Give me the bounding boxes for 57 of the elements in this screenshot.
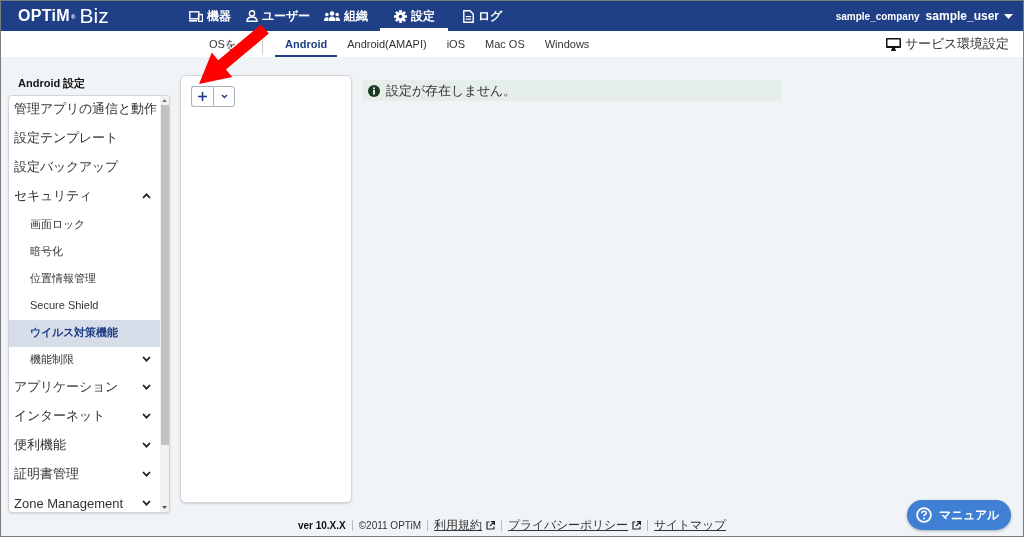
info-icon	[368, 84, 380, 97]
os-tab[interactable]: Android	[275, 31, 338, 57]
sidebar-item[interactable]: 便利機能	[9, 432, 160, 461]
nav-tab[interactable]: ログ	[448, 1, 516, 31]
monitor-icon	[886, 37, 901, 51]
user-icon	[246, 10, 258, 22]
external-link-icon	[486, 521, 496, 530]
sidebar-item[interactable]: インターネット	[9, 403, 160, 432]
caret-down-icon	[1004, 13, 1013, 19]
notice-text: 設定が存在しません。	[386, 81, 516, 100]
settings-icon	[393, 9, 407, 23]
sidebar-item[interactable]: 画面ロック	[9, 212, 160, 239]
plus-icon	[198, 92, 207, 101]
scrollbar[interactable]	[160, 96, 169, 512]
sidebar-item[interactable]: 設定バックアップ	[9, 154, 160, 183]
version-label: ver 10.X.X	[297, 520, 346, 531]
sidebar-item[interactable]: 位置情報管理	[9, 266, 160, 293]
scrollbar-thumb[interactable]	[160, 105, 169, 445]
sidebar-item[interactable]: アプリケーション	[9, 374, 160, 403]
nav-tab[interactable]: 設定	[380, 1, 448, 31]
nav-tab[interactable]: 組織	[312, 1, 380, 31]
document-icon	[462, 9, 474, 23]
external-link-icon	[632, 521, 642, 530]
scroll-up-icon[interactable]	[162, 99, 167, 102]
annotation-arrow	[198, 24, 269, 85]
sidebar-item[interactable]: 管理アプリの通信と動作	[9, 96, 160, 125]
sidebar-item[interactable]: Secure Shield	[9, 293, 160, 320]
user-menu[interactable]: sample_user	[925, 9, 1013, 23]
sidebar-item[interactable]: 暗号化	[9, 239, 160, 266]
sidebar-item[interactable]: ウイルス対策機能	[9, 320, 160, 347]
devices-icon	[189, 10, 203, 22]
os-tab[interactable]: Mac OS	[475, 31, 535, 57]
logo-product: Biz	[79, 5, 109, 27]
add-button[interactable]	[191, 86, 213, 107]
scroll-down-icon[interactable]	[162, 506, 167, 509]
chevron-down-icon	[220, 94, 228, 99]
sidebar-item[interactable]: 証明書管理	[9, 461, 160, 490]
company-name: sample_company	[835, 10, 920, 22]
sidebar-title: Android 設定	[17, 76, 87, 90]
footer-link[interactable]: プライバシーポリシー	[508, 517, 642, 534]
os-tab[interactable]: iOS	[436, 31, 475, 57]
os-tab[interactable]: Windows	[534, 31, 600, 57]
nav-tab[interactable]: 機器	[176, 1, 244, 31]
manual-button[interactable]: マニュアル	[907, 500, 1011, 530]
sidebar-item[interactable]: 機能制限	[9, 347, 160, 374]
copyright-label: ©2011 OPTiM	[358, 520, 422, 531]
os-select-label[interactable]: OSを	[209, 36, 236, 52]
nav-tab[interactable]: ユーザー	[244, 1, 312, 31]
footer-link[interactable]: 利用規約	[434, 517, 496, 534]
sidebar-item[interactable]: セキュリティ	[9, 183, 160, 212]
sidebar-item[interactable]: Zone Management	[9, 490, 160, 512]
users-icon	[324, 11, 340, 21]
footer-link[interactable]: サイトマップ	[654, 517, 727, 534]
os-tab[interactable]: Android(AMAPI)	[337, 31, 437, 57]
sidebar-item[interactable]: 設定テンプレート	[9, 125, 160, 154]
help-icon	[916, 507, 932, 523]
service-settings-link[interactable]: サービス環境設定	[886, 31, 1009, 57]
